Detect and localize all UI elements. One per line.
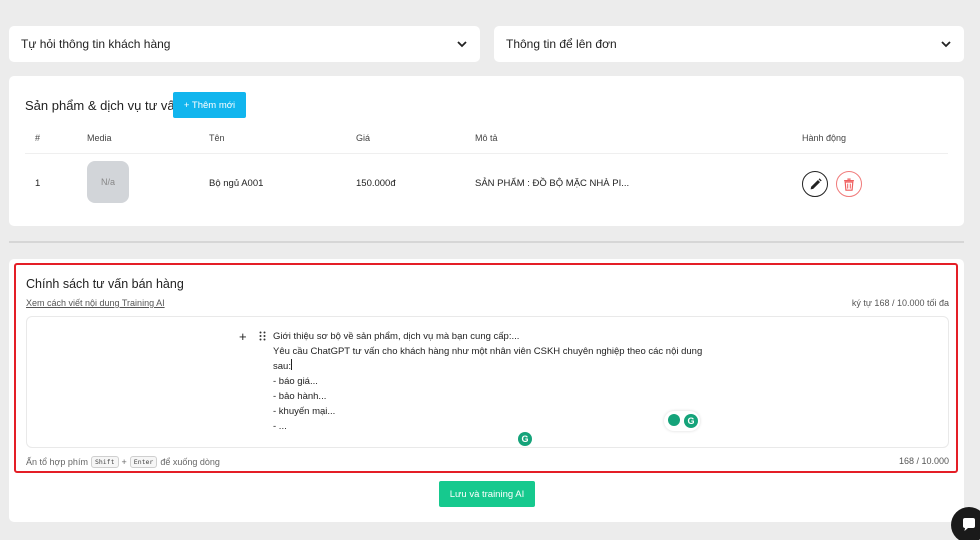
delete-product-button[interactable] <box>836 171 862 197</box>
lightbulb-icon[interactable] <box>668 414 680 426</box>
column-header-index: # <box>35 133 41 143</box>
column-header-price: Giá <box>356 133 371 143</box>
editor-content[interactable]: Giới thiệu sơ bộ về sản phẩm, dịch vụ mà… <box>273 329 703 434</box>
products-title: Sản phẩm & dịch vụ tư vấn <box>25 98 182 113</box>
product-media-placeholder: N/a <box>87 161 129 203</box>
table-header-divider <box>25 153 948 154</box>
chevron-down-icon <box>456 38 468 50</box>
editor-line: sau: <box>273 361 291 372</box>
editor-line: - ... <box>273 421 287 432</box>
editor-line: Giới thiệu sơ bộ về sản phẩm, dịch vụ mà… <box>273 331 520 342</box>
column-header-name: Tên <box>209 133 225 143</box>
add-product-button[interactable]: + Thêm mới <box>173 92 246 118</box>
editor-line: Yêu cầu ChatGPT tư vấn cho khách hàng nh… <box>273 346 703 357</box>
row-index: 1 <box>35 178 41 189</box>
hint-suffix: để xuống dòng <box>160 457 220 467</box>
save-and-train-button[interactable]: Lưu và training AI <box>439 481 535 507</box>
accordion-customer-info[interactable]: Tự hỏi thông tin khách hàng <box>9 26 480 62</box>
edit-product-button[interactable] <box>802 171 828 197</box>
editor-line: - khuyến mại... <box>273 406 336 417</box>
products-card: Sản phẩm & dịch vụ tư vấn + Thêm mới # M… <box>9 76 964 226</box>
keyboard-hint: Ấn tổ hợp phím Shift + Enter để xuống dò… <box>26 456 220 468</box>
chat-widget-button[interactable] <box>951 507 980 540</box>
editor-line: - báo giá... <box>273 376 318 387</box>
product-description: SẢN PHẨM : ĐỒ BỘ MẶC NHÀ PI... <box>475 178 630 189</box>
hint-plus: + <box>121 457 127 467</box>
chevron-down-icon <box>940 38 952 50</box>
column-header-actions: Hành động <box>802 133 847 143</box>
accordion-label: Tự hỏi thông tin khách hàng <box>21 37 171 51</box>
product-name: Bộ ngủ A001 <box>209 178 264 189</box>
column-header-media: Media <box>87 133 112 143</box>
section-divider <box>9 241 964 243</box>
add-block-icon[interactable]: + <box>239 329 247 344</box>
enter-key: Enter <box>129 456 158 468</box>
drag-handle-icon[interactable] <box>259 331 266 341</box>
accordion-label: Thông tin để lên đơn <box>506 37 617 51</box>
text-cursor <box>290 359 292 370</box>
editor-line-with-cursor: sau: <box>273 359 693 374</box>
grammarly-icon[interactable]: G <box>684 414 698 428</box>
char-limit-text: ký tự 168 / 10.000 tối đa <box>851 298 949 308</box>
column-header-description: Mô tả <box>475 133 498 143</box>
shift-key: Shift <box>90 456 119 468</box>
trash-icon <box>844 177 854 191</box>
hint-prefix: Ấn tổ hợp phím <box>26 457 88 467</box>
grammarly-icon[interactable]: G <box>518 432 532 446</box>
editor-line: - bảo hành... <box>273 391 327 402</box>
accordion-order-info[interactable]: Thông tin để lên đơn <box>494 26 964 62</box>
pencil-icon <box>810 177 822 189</box>
training-guide-link[interactable]: Xem cách viết nội dung Training AI <box>26 298 165 308</box>
policy-title: Chính sách tư vấn bán hàng <box>26 277 184 291</box>
chat-bubble-icon <box>963 518 975 531</box>
product-price: 150.000đ <box>356 178 396 189</box>
character-counter: 168 / 10.000 <box>898 456 949 466</box>
